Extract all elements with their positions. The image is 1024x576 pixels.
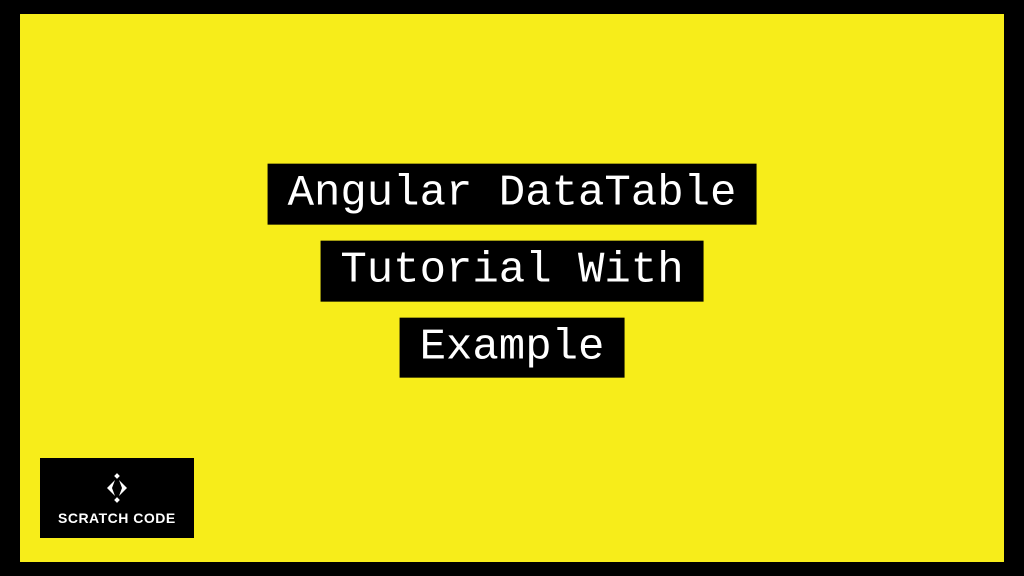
- banner-frame: Angular DataTable Tutorial With Example …: [18, 12, 1006, 564]
- code-diamond-icon: [101, 472, 133, 504]
- title-line-2: Tutorial With: [320, 240, 703, 301]
- frame-corner-decoration: [1000, 561, 1009, 567]
- title-line-3: Example: [400, 317, 625, 378]
- title-container: Angular DataTable Tutorial With Example: [268, 164, 757, 378]
- title-line-1: Angular DataTable: [268, 164, 757, 225]
- brand-name: SCRATCH CODE: [58, 510, 176, 526]
- brand-logo: SCRATCH CODE: [40, 458, 194, 538]
